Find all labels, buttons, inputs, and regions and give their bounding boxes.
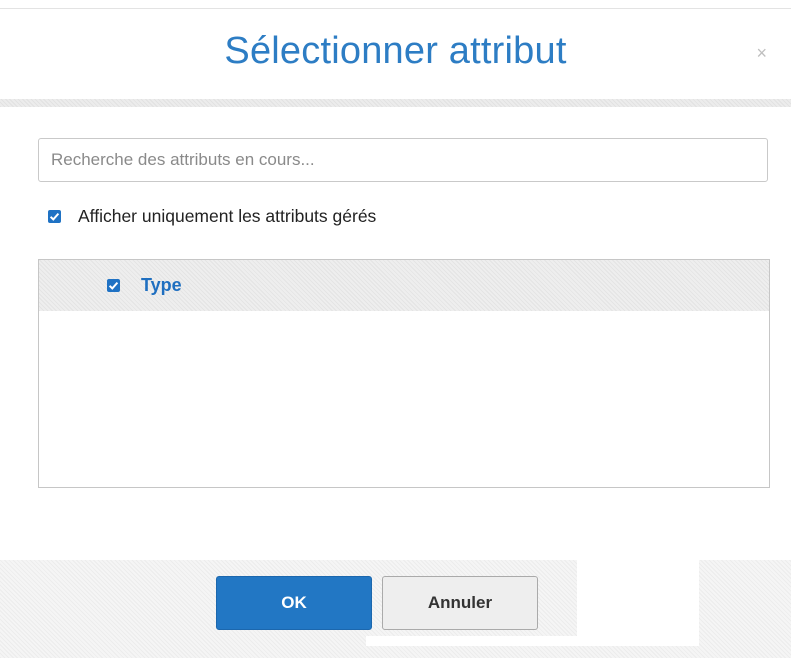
managed-only-label: Afficher uniquement les attributs gérés (78, 206, 377, 226)
attribute-checkbox[interactable] (107, 279, 120, 292)
managed-attributes-filter: Afficher uniquement les attributs gérés (48, 206, 376, 227)
footer-gap (577, 558, 699, 646)
dialog-title: Sélectionner attribut (224, 30, 567, 72)
search-input[interactable] (38, 138, 768, 182)
ok-button[interactable]: OK (216, 576, 372, 630)
checkmark-icon (108, 281, 119, 290)
header-divider (0, 99, 791, 107)
attribute-list: Type (38, 259, 770, 488)
managed-only-checkbox[interactable] (48, 210, 61, 223)
footer-gap (366, 636, 578, 646)
list-item[interactable]: Type (39, 260, 769, 311)
close-icon[interactable]: × (756, 44, 767, 62)
attribute-label: Type (141, 275, 182, 295)
top-border (0, 8, 791, 9)
checkmark-icon (49, 212, 60, 221)
cancel-button[interactable]: Annuler (382, 576, 538, 630)
